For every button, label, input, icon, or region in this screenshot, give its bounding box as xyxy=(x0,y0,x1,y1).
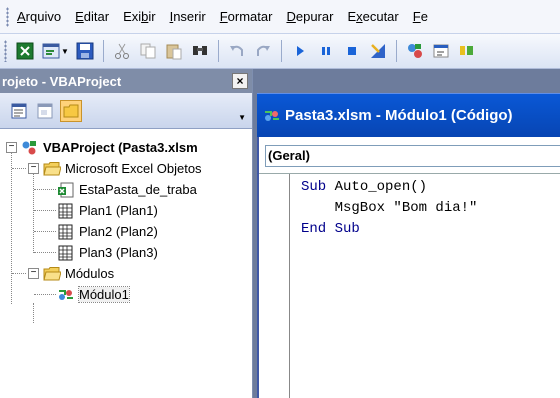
undo-icon[interactable] xyxy=(227,41,247,61)
tree-node-plan1[interactable]: Plan1 (Plan1) xyxy=(0,200,252,221)
menu-executar[interactable]: Executar xyxy=(347,9,398,24)
cut-icon[interactable] xyxy=(112,41,132,61)
code-text[interactable]: Sub Auto_open() MsgBox "Bom dia!" End Sub xyxy=(301,177,477,240)
project-explorer-title-bar[interactable]: rojeto - VBAProject × xyxy=(0,69,252,93)
excel-icon[interactable] xyxy=(15,41,35,61)
folder-open-icon xyxy=(43,161,61,177)
project-tree: − VBAProject (Pasta3.xlsm − Microsoft Ex… xyxy=(0,129,252,323)
tree-label: Microsoft Excel Objetos xyxy=(65,161,202,176)
object-browser-icon[interactable] xyxy=(457,41,477,61)
tree-label: Plan2 (Plan2) xyxy=(79,224,158,239)
tree-label: Plan1 (Plan1) xyxy=(79,203,158,218)
insert-module-icon[interactable] xyxy=(41,41,61,61)
project-explorer-title: rojeto - VBAProject xyxy=(2,73,122,89)
toolbar-separator xyxy=(281,40,282,62)
code-line: MsgBox "Bom dia!" xyxy=(301,200,478,216)
run-icon[interactable] xyxy=(290,41,310,61)
project-explorer-icon[interactable] xyxy=(405,41,425,61)
close-button[interactable]: × xyxy=(232,73,248,89)
toolbar-separator xyxy=(396,40,397,62)
copy-icon[interactable] xyxy=(138,41,158,61)
design-mode-icon[interactable] xyxy=(368,41,388,61)
menu-bar: Arquivo Editar Exibir Inserir Formatar D… xyxy=(0,0,560,33)
tree-node-module1[interactable]: Módulo1 xyxy=(0,284,252,305)
tree-label: EstaPasta_de_traba xyxy=(79,182,197,197)
tree-label: Módulo1 xyxy=(78,286,130,303)
menu-grip[interactable] xyxy=(6,6,9,27)
standard-toolbar: ▼ xyxy=(0,33,560,69)
vba-project-icon xyxy=(21,140,39,156)
collapse-toggle[interactable]: − xyxy=(28,163,39,174)
menu-depurar[interactable]: Depurar xyxy=(286,9,333,24)
project-explorer-panel: rojeto - VBAProject × ▼ − VBAProject (Pa… xyxy=(0,69,253,398)
object-combo[interactable]: (Geral) xyxy=(265,145,560,167)
view-code-icon[interactable] xyxy=(8,100,30,122)
tree-node-excel-objects[interactable]: − Microsoft Excel Objetos xyxy=(0,158,252,179)
menu-formatar[interactable]: Formatar xyxy=(220,9,273,24)
toolbar-separator xyxy=(218,40,219,62)
toolbar-grip[interactable] xyxy=(4,40,7,62)
worksheet-icon xyxy=(57,224,75,240)
tree-node-plan2[interactable]: Plan2 (Plan2) xyxy=(0,221,252,242)
code-margin-indicator-bar[interactable] xyxy=(289,174,290,398)
menu-exibir[interactable]: Exibir xyxy=(123,9,156,24)
collapse-toggle[interactable]: − xyxy=(28,268,39,279)
toggle-folders-icon[interactable] xyxy=(60,99,82,122)
module-icon xyxy=(57,287,75,303)
code-line: Sub Auto_open() xyxy=(301,179,428,195)
save-icon[interactable] xyxy=(75,41,95,61)
insert-dropdown-icon[interactable]: ▼ xyxy=(61,47,69,56)
break-icon[interactable] xyxy=(316,41,336,61)
worksheet-icon xyxy=(57,245,75,261)
menu-editar[interactable]: Editar xyxy=(75,9,109,24)
code-editor[interactable]: (Geral) Sub Auto_open() MsgBox "Bom dia!… xyxy=(257,137,560,398)
code-window-title: Pasta3.xlsm - Módulo1 (Código) xyxy=(285,107,513,124)
project-explorer-toolbar: ▼ xyxy=(0,93,252,129)
redo-icon[interactable] xyxy=(253,41,273,61)
view-object-icon[interactable] xyxy=(34,100,56,122)
find-icon[interactable] xyxy=(190,41,210,61)
reset-icon[interactable] xyxy=(342,41,362,61)
toolbar-overflow-icon[interactable]: ▼ xyxy=(238,113,246,122)
menu-arquivo[interactable]: Arquivo xyxy=(17,9,61,24)
tree-node-workbook[interactable]: EstaPasta_de_traba xyxy=(0,179,252,200)
code-line: End Sub xyxy=(301,221,360,237)
code-window: Pasta3.xlsm - Módulo1 (Código) (Geral) S… xyxy=(253,69,560,398)
tree-node-plan3[interactable]: Plan3 (Plan3) xyxy=(0,242,252,263)
tree-label: VBAProject (Pasta3.xlsm xyxy=(43,140,198,155)
toolbar-separator xyxy=(103,40,104,62)
properties-icon[interactable] xyxy=(431,41,451,61)
menu-ferramentas[interactable]: Fe xyxy=(413,9,428,24)
tree-label: Módulos xyxy=(65,266,115,281)
menu-inserir[interactable]: Inserir xyxy=(170,9,206,24)
folder-open-icon xyxy=(43,266,61,282)
paste-icon[interactable] xyxy=(164,41,184,61)
workbook-icon xyxy=(57,182,75,198)
collapse-toggle[interactable]: − xyxy=(6,142,17,153)
tree-node-modules[interactable]: − Módulos xyxy=(0,263,252,284)
module-icon xyxy=(263,108,281,124)
tree-label: Plan3 (Plan3) xyxy=(79,245,158,260)
combo-divider xyxy=(259,173,560,174)
tree-node-vbaproject[interactable]: − VBAProject (Pasta3.xlsm xyxy=(0,137,252,158)
code-window-title-bar[interactable]: Pasta3.xlsm - Módulo1 (Código) xyxy=(257,93,560,137)
worksheet-icon xyxy=(57,203,75,219)
